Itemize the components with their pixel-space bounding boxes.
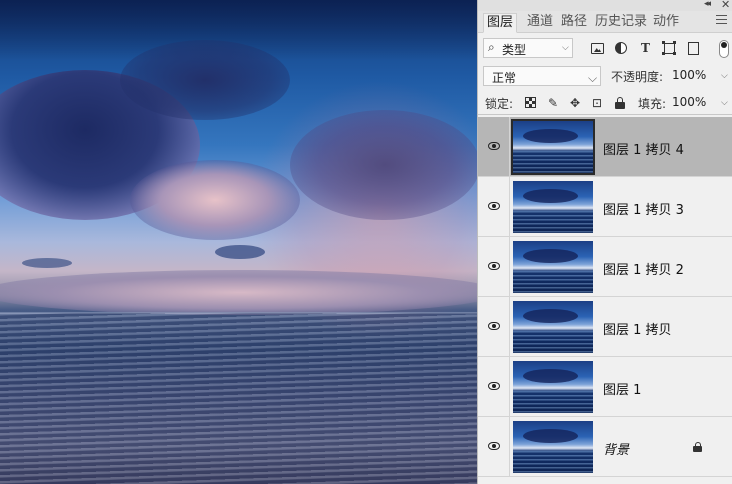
fill-field[interactable]: 100% xyxy=(672,95,706,109)
panel-menu-icon[interactable] xyxy=(716,15,727,24)
eye-icon[interactable] xyxy=(488,142,500,150)
eye-icon[interactable] xyxy=(488,382,500,390)
cloud-right xyxy=(290,110,477,220)
tab-history[interactable]: 历史记录 xyxy=(592,13,650,33)
blend-mode-select[interactable]: 正常 ⌵ xyxy=(483,66,601,86)
chevron-down-icon: ⌵ xyxy=(588,71,598,85)
collapse-panel-icon[interactable]: ◂◂ xyxy=(704,0,711,9)
chevron-down-icon[interactable]: ⌵ xyxy=(721,98,728,108)
pink-cloud-center xyxy=(130,160,300,240)
tab-actions[interactable]: 动作 xyxy=(650,13,682,33)
lock-label: 锁定: xyxy=(485,97,514,111)
layer-name[interactable]: 图层 1 拷贝 3 xyxy=(603,199,684,218)
adjustment-filter-icon[interactable] xyxy=(615,42,627,54)
eye-icon[interactable] xyxy=(488,322,500,330)
tab-layers[interactable]: 图层 xyxy=(483,13,518,33)
layer-name[interactable]: 背景 xyxy=(603,439,629,458)
layer-name[interactable]: 图层 1 拷贝 4 xyxy=(603,139,684,158)
layer-name[interactable]: 图层 1 拷贝 2 xyxy=(603,259,684,278)
blend-mode-value: 正常 xyxy=(492,71,517,85)
panel-title-strip: ◂◂ ✕ xyxy=(478,0,732,11)
opacity-field[interactable]: 100% xyxy=(672,68,706,82)
eye-icon[interactable] xyxy=(488,442,500,450)
close-panel-icon[interactable]: ✕ xyxy=(721,0,730,11)
search-icon: ⌕ xyxy=(488,40,495,54)
lock-position-icon[interactable]: ✥ xyxy=(569,97,581,109)
image-filter-icon[interactable] xyxy=(591,43,604,54)
fill-label: 填充: xyxy=(638,97,667,111)
tab-paths[interactable]: 路径 xyxy=(558,13,590,33)
document-canvas[interactable] xyxy=(0,0,477,484)
visibility-cell[interactable] xyxy=(478,117,510,176)
layer-thumbnail xyxy=(513,301,593,353)
lock-all-icon[interactable] xyxy=(615,97,625,109)
smart-object-filter-icon[interactable] xyxy=(688,42,699,55)
type-filter-icon[interactable]: T xyxy=(639,42,652,55)
panel-tabs: 图层 通道 路径 历史记录 动作 xyxy=(478,11,732,33)
filter-kind-value: 类型 xyxy=(502,43,527,57)
dark-cloud-top xyxy=(120,40,290,120)
small-cloud xyxy=(215,245,265,259)
lock-icon[interactable] xyxy=(693,442,702,452)
layer-thumbnail xyxy=(513,181,593,233)
layer-name[interactable]: 图层 1 拷贝 xyxy=(603,319,672,338)
eye-icon[interactable] xyxy=(488,262,500,270)
filter-toggle-switch[interactable] xyxy=(719,40,729,58)
visibility-cell[interactable] xyxy=(478,177,510,236)
layers-list: 图层 1 拷贝 4 图层 1 拷贝 3 图层 1 拷贝 2 图层 1 拷贝 图层… xyxy=(478,117,732,484)
layer-row[interactable]: 图层 1 拷贝 xyxy=(478,297,732,357)
chevron-down-icon[interactable]: ⌵ xyxy=(721,71,728,81)
small-cloud-left xyxy=(22,258,72,268)
horizon-clouds xyxy=(0,270,477,315)
visibility-cell[interactable] xyxy=(478,297,510,356)
lock-artboard-icon[interactable]: ⊡ xyxy=(591,97,603,109)
layer-thumbnail xyxy=(513,421,593,473)
lock-image-pixels-icon[interactable]: ✎ xyxy=(547,97,559,109)
layer-row[interactable]: 图层 1 拷贝 2 xyxy=(478,237,732,297)
layer-name[interactable]: 图层 1 xyxy=(603,379,641,398)
layer-row[interactable]: 图层 1 拷贝 3 xyxy=(478,177,732,237)
sea-reflection xyxy=(0,313,477,484)
chevron-down-icon: ⌵ xyxy=(562,43,569,53)
layer-row[interactable]: 图层 1 xyxy=(478,357,732,417)
tab-channels[interactable]: 通道 xyxy=(524,13,556,33)
layer-thumbnail xyxy=(513,241,593,293)
visibility-cell[interactable] xyxy=(478,237,510,296)
blend-opacity-row: 正常 ⌵ 不透明度: 100% ⌵ xyxy=(478,63,732,89)
eye-icon[interactable] xyxy=(488,202,500,210)
lock-transparent-pixels-icon[interactable] xyxy=(525,97,536,108)
visibility-cell[interactable] xyxy=(478,357,510,416)
opacity-label: 不透明度: xyxy=(611,70,664,84)
visibility-cell[interactable] xyxy=(478,417,510,476)
layer-filter-row: ⌕ 类型 ⌵ T xyxy=(478,34,732,62)
layer-thumbnail xyxy=(513,361,593,413)
layer-thumbnail xyxy=(511,119,595,175)
lock-fill-row: 锁定: ✎ ✥ ⊡ 填充: 100% ⌵ xyxy=(478,89,732,115)
layers-panel: ◂◂ ✕ 图层 通道 路径 历史记录 动作 ⌕ 类型 ⌵ T 正常 ⌵ 不透明度… xyxy=(477,0,732,484)
layer-row[interactable]: 图层 1 拷贝 4 xyxy=(478,117,732,177)
layer-row-background[interactable]: 背景 xyxy=(478,417,732,477)
filter-kind-select[interactable]: ⌕ 类型 ⌵ xyxy=(483,38,573,58)
shape-filter-icon[interactable] xyxy=(662,41,675,54)
